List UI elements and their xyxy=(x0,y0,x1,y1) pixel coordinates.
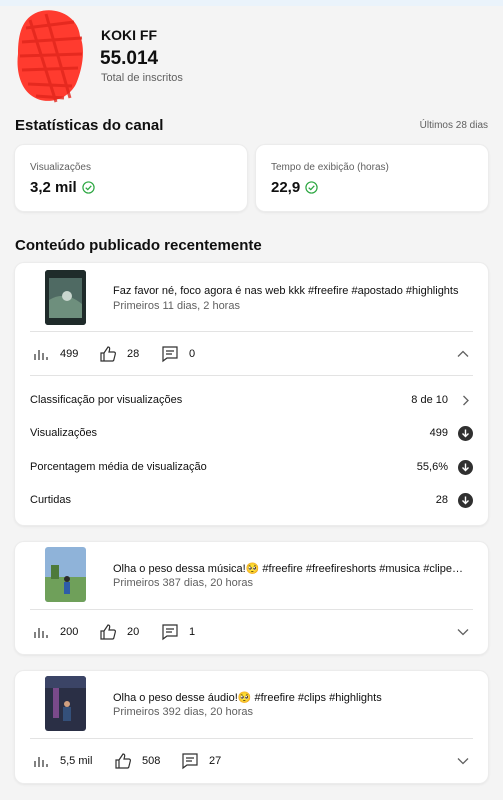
comment-icon xyxy=(162,624,178,641)
watch-time-stat-label: Tempo de exibição (horas) xyxy=(271,162,389,173)
divider xyxy=(30,331,473,332)
chevron-down-icon[interactable] xyxy=(456,754,470,768)
arrow-down-circle-icon xyxy=(458,425,473,441)
chevron-right-icon[interactable] xyxy=(458,393,473,408)
views-stat-value-wrap: 3,2 mil xyxy=(30,179,95,196)
chevron-down-icon[interactable] xyxy=(456,625,470,639)
thumbs-up-icon xyxy=(100,346,116,362)
comments-metric: 27 xyxy=(181,752,221,770)
detail-label: Curtidas xyxy=(30,494,71,506)
likes-count: 508 xyxy=(142,755,161,767)
detail-value: 28 xyxy=(435,494,448,506)
bar-chart-icon xyxy=(34,628,48,638)
video-thumbnail[interactable] xyxy=(45,270,86,325)
views-count: 499 xyxy=(60,348,79,360)
video-card[interactable]: Olha o peso dessa música!🥺 #freefire #fr… xyxy=(15,542,488,654)
watch-time-stat-card[interactable]: Tempo de exibição (horas) 22,9 xyxy=(256,145,488,211)
likes-metric: 508 xyxy=(114,752,160,770)
views-stat-value: 3,2 mil xyxy=(30,179,77,196)
video-period: Primeiros 387 dias, 20 horas xyxy=(113,577,254,589)
comments-metric: 1 xyxy=(161,623,195,641)
detail-label: Porcentagem média de visualização xyxy=(30,461,207,473)
check-circle-icon xyxy=(82,181,95,194)
bar-chart-icon xyxy=(34,350,48,360)
detail-value: 499 xyxy=(429,427,448,439)
stats-section-title: Estatísticas do canal xyxy=(15,117,164,134)
detail-row-likes[interactable]: Curtidas 28 xyxy=(30,490,473,510)
comment-icon xyxy=(182,753,198,770)
detail-value: 8 de 10 xyxy=(411,394,448,406)
video-card[interactable]: Faz favor né, foco agora é nas web kkk #… xyxy=(15,263,488,525)
detail-row-avg-view[interactable]: Porcentagem média de visualização 55,6% xyxy=(30,457,473,477)
comment-icon xyxy=(162,346,178,363)
thumbs-up-icon xyxy=(115,753,131,769)
video-period: Primeiros 11 dias, 2 horas xyxy=(113,300,240,312)
views-count: 200 xyxy=(60,626,79,638)
recent-section-title: Conteúdo publicado recentemente xyxy=(15,237,262,254)
watch-time-stat-value-wrap: 22,9 xyxy=(271,179,318,196)
comments-count: 27 xyxy=(209,755,222,767)
video-period: Primeiros 392 dias, 20 horas xyxy=(113,706,254,718)
likes-metric: 20 xyxy=(99,623,139,641)
channel-name: KOKI FF xyxy=(101,27,157,43)
arrow-down-circle-icon xyxy=(458,459,473,475)
divider xyxy=(30,609,473,610)
divider xyxy=(30,375,473,376)
likes-count: 28 xyxy=(127,348,140,360)
views-metric: 499 xyxy=(32,345,78,363)
detail-row-ranking[interactable]: Classificação por visualizações 8 de 10 xyxy=(30,390,473,410)
divider xyxy=(30,738,473,739)
arrow-down-circle-icon xyxy=(458,492,473,508)
watch-time-stat-value: 22,9 xyxy=(271,179,301,196)
views-metric: 200 xyxy=(32,623,78,641)
likes-count: 20 xyxy=(127,626,140,638)
comments-metric: 0 xyxy=(161,345,195,363)
detail-value: 55,6% xyxy=(416,461,448,473)
views-metric: 5,5 mil xyxy=(32,752,92,770)
stats-period: Últimos 28 dias xyxy=(419,120,488,131)
detail-label: Classificação por visualizações xyxy=(30,394,183,406)
comments-count: 0 xyxy=(189,348,196,360)
video-title[interactable]: Faz favor né, foco agora é nas web kkk #… xyxy=(113,285,473,297)
comments-count: 1 xyxy=(189,626,196,638)
video-title[interactable]: Olha o peso dessa música!🥺 #freefire #fr… xyxy=(113,562,473,575)
chevron-up-icon[interactable] xyxy=(456,347,470,361)
top-strip xyxy=(0,0,503,6)
views-count: 5,5 mil xyxy=(60,755,93,767)
video-thumbnail[interactable] xyxy=(45,676,86,731)
subscriber-count: 55.014 xyxy=(100,48,159,69)
detail-label: Visualizações xyxy=(30,427,98,439)
check-circle-icon xyxy=(305,181,318,194)
video-title[interactable]: Olha o peso desse áudio!🥺 #freefire #cli… xyxy=(113,691,473,704)
detail-row-views[interactable]: Visualizações 499 xyxy=(30,423,473,443)
views-stat-card[interactable]: Visualizações 3,2 mil xyxy=(15,145,247,211)
channel-avatar-redacted xyxy=(17,10,83,103)
thumbs-up-icon xyxy=(100,624,116,640)
likes-metric: 28 xyxy=(99,345,139,363)
video-thumbnail[interactable] xyxy=(45,547,86,602)
video-card[interactable]: Olha o peso desse áudio!🥺 #freefire #cli… xyxy=(15,671,488,783)
bar-chart-icon xyxy=(34,757,48,767)
views-stat-label: Visualizações xyxy=(30,162,91,173)
subscriber-label: Total de inscritos xyxy=(101,72,183,84)
